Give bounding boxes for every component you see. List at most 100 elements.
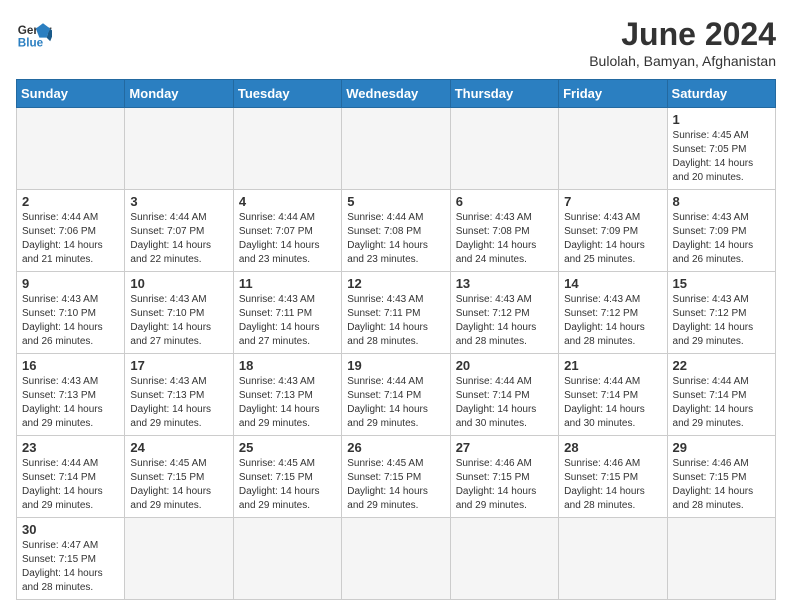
day-number: 20 [456,358,553,373]
day-info: Sunrise: 4:44 AM Sunset: 7:14 PM Dayligh… [564,375,661,431]
header-thursday: Thursday [450,80,558,108]
calendar-cell: 27 Sunrise: 4:46 AM Sunset: 7:15 PM Dayli… [450,436,558,518]
calendar-cell: 10Sunrise: 4:43 AM Sunset: 7:10 PM Dayli… [125,272,233,354]
day-number: 5 [347,194,444,209]
day-info: Sunrise: 4:43 AM Sunset: 7:09 PM Dayligh… [673,211,770,267]
day-number: 24 [130,440,227,455]
calendar-cell: 11 Sunrise: 4:43 AM Sunset: 7:11 PM Dayli… [233,272,341,354]
day-info: Sunrise: 4:45 AM Sunset: 7:15 PM Dayligh… [130,457,227,513]
day-info: Sunrise: 4:45 AM Sunset: 7:15 PM Dayligh… [347,457,444,513]
day-info: Sunrise: 4:43 AM Sunset: 7:08 PM Dayligh… [456,211,553,267]
day-info: Sunrise: 4:44 AM Sunset: 7:14 PM Dayligh… [673,375,770,431]
day-info: Sunrise: 4:43 AM Sunset: 7:11 PM Dayligh… [239,293,336,349]
page-header: General Blue June 2024 Bulolah, Bamyan, … [16,16,776,69]
calendar-cell: 2 Sunrise: 4:44 AM Sunset: 7:06 PM Daylig… [17,190,125,272]
day-number: 10 [130,276,227,291]
day-info: Sunrise: 4:44 AM Sunset: 7:06 PM Dayligh… [22,211,119,267]
calendar-cell: 6 Sunrise: 4:43 AM Sunset: 7:08 PM Daylig… [450,190,558,272]
day-info: Sunrise: 4:43 AM Sunset: 7:11 PM Dayligh… [347,293,444,349]
day-info: Sunrise: 4:44 AM Sunset: 7:14 PM Dayligh… [456,375,553,431]
day-number: 25 [239,440,336,455]
day-info: Sunrise: 4:43 AM Sunset: 7:09 PM Dayligh… [564,211,661,267]
day-number: 11 [239,276,336,291]
title-block: June 2024 Bulolah, Bamyan, Afghanistan [589,16,776,69]
weekday-header-row: Sunday Monday Tuesday Wednesday Thursday… [17,80,776,108]
calendar-cell: 17Sunrise: 4:43 AM Sunset: 7:13 PM Dayli… [125,354,233,436]
calendar-cell [17,108,125,190]
calendar-row: 23Sunrise: 4:44 AM Sunset: 7:14 PM Dayli… [17,436,776,518]
day-number: 2 [22,194,119,209]
calendar-row: 1Sunrise: 4:45 AM Sunset: 7:05 PM Daylig… [17,108,776,190]
day-info: Sunrise: 4:45 AM Sunset: 7:05 PM Dayligh… [673,129,770,185]
header-wednesday: Wednesday [342,80,450,108]
calendar-cell [450,518,558,600]
calendar-cell [450,108,558,190]
day-info: Sunrise: 4:43 AM Sunset: 7:12 PM Dayligh… [673,293,770,349]
header-monday: Monday [125,80,233,108]
calendar-cell: 14Sunrise: 4:43 AM Sunset: 7:12 PM Dayli… [559,272,667,354]
calendar-cell [559,108,667,190]
calendar-cell: 3 Sunrise: 4:44 AM Sunset: 7:07 PM Daylig… [125,190,233,272]
calendar-cell: 13 Sunrise: 4:43 AM Sunset: 7:12 PM Dayli… [450,272,558,354]
day-number: 4 [239,194,336,209]
calendar-cell [125,518,233,600]
day-info: Sunrise: 4:46 AM Sunset: 7:15 PM Dayligh… [456,457,553,513]
logo-icon: General Blue [16,16,52,52]
day-info: Sunrise: 4:44 AM Sunset: 7:08 PM Dayligh… [347,211,444,267]
calendar-title: June 2024 [589,16,776,53]
day-info: Sunrise: 4:43 AM Sunset: 7:12 PM Dayligh… [456,293,553,349]
day-info: Sunrise: 4:43 AM Sunset: 7:13 PM Dayligh… [22,375,119,431]
day-number: 27 [456,440,553,455]
calendar-cell [233,518,341,600]
day-info: Sunrise: 4:43 AM Sunset: 7:12 PM Dayligh… [564,293,661,349]
header-friday: Friday [559,80,667,108]
calendar-cell: 8 Sunrise: 4:43 AM Sunset: 7:09 PM Daylig… [667,190,775,272]
day-number: 29 [673,440,770,455]
calendar-row: 9Sunrise: 4:43 AM Sunset: 7:10 PM Daylig… [17,272,776,354]
day-number: 13 [456,276,553,291]
day-number: 19 [347,358,444,373]
day-number: 23 [22,440,119,455]
day-number: 22 [673,358,770,373]
day-number: 12 [347,276,444,291]
day-number: 8 [673,194,770,209]
calendar-cell: 5 Sunrise: 4:44 AM Sunset: 7:08 PM Daylig… [342,190,450,272]
calendar-cell [667,518,775,600]
calendar-row: 16 Sunrise: 4:43 AM Sunset: 7:13 PM Dayli… [17,354,776,436]
calendar-cell: 28 Sunrise: 4:46 AM Sunset: 7:15 PM Dayli… [559,436,667,518]
calendar-cell: 12 Sunrise: 4:43 AM Sunset: 7:11 PM Dayli… [342,272,450,354]
calendar-cell: 20 Sunrise: 4:44 AM Sunset: 7:14 PM Dayli… [450,354,558,436]
day-number: 17 [130,358,227,373]
calendar-cell: 19 Sunrise: 4:44 AM Sunset: 7:14 PM Dayli… [342,354,450,436]
calendar-cell [233,108,341,190]
calendar-cell: 18Sunrise: 4:43 AM Sunset: 7:13 PM Dayli… [233,354,341,436]
calendar-table: Sunday Monday Tuesday Wednesday Thursday… [16,79,776,600]
day-info: Sunrise: 4:46 AM Sunset: 7:15 PM Dayligh… [564,457,661,513]
day-info: Sunrise: 4:44 AM Sunset: 7:14 PM Dayligh… [347,375,444,431]
day-number: 15 [673,276,770,291]
calendar-cell [342,108,450,190]
calendar-cell: 7Sunrise: 4:43 AM Sunset: 7:09 PM Daylig… [559,190,667,272]
calendar-cell: 21Sunrise: 4:44 AM Sunset: 7:14 PM Dayli… [559,354,667,436]
day-number: 16 [22,358,119,373]
calendar-cell [559,518,667,600]
day-number: 3 [130,194,227,209]
calendar-cell: 1Sunrise: 4:45 AM Sunset: 7:05 PM Daylig… [667,108,775,190]
day-info: Sunrise: 4:45 AM Sunset: 7:15 PM Dayligh… [239,457,336,513]
calendar-cell: 24 Sunrise: 4:45 AM Sunset: 7:15 PM Dayli… [125,436,233,518]
calendar-cell: 22 Sunrise: 4:44 AM Sunset: 7:14 PM Dayli… [667,354,775,436]
day-number: 28 [564,440,661,455]
calendar-cell [125,108,233,190]
calendar-cell: 16 Sunrise: 4:43 AM Sunset: 7:13 PM Dayli… [17,354,125,436]
day-info: Sunrise: 4:47 AM Sunset: 7:15 PM Dayligh… [22,539,119,595]
calendar-row: 2 Sunrise: 4:44 AM Sunset: 7:06 PM Daylig… [17,190,776,272]
calendar-cell [342,518,450,600]
calendar-cell: 4Sunrise: 4:44 AM Sunset: 7:07 PM Daylig… [233,190,341,272]
day-number: 6 [456,194,553,209]
calendar-row: 30Sunrise: 4:47 AM Sunset: 7:15 PM Dayli… [17,518,776,600]
day-info: Sunrise: 4:43 AM Sunset: 7:10 PM Dayligh… [22,293,119,349]
day-info: Sunrise: 4:44 AM Sunset: 7:07 PM Dayligh… [130,211,227,267]
calendar-cell: 25 Sunrise: 4:45 AM Sunset: 7:15 PM Dayli… [233,436,341,518]
calendar-cell: 23Sunrise: 4:44 AM Sunset: 7:14 PM Dayli… [17,436,125,518]
day-info: Sunrise: 4:46 AM Sunset: 7:15 PM Dayligh… [673,457,770,513]
